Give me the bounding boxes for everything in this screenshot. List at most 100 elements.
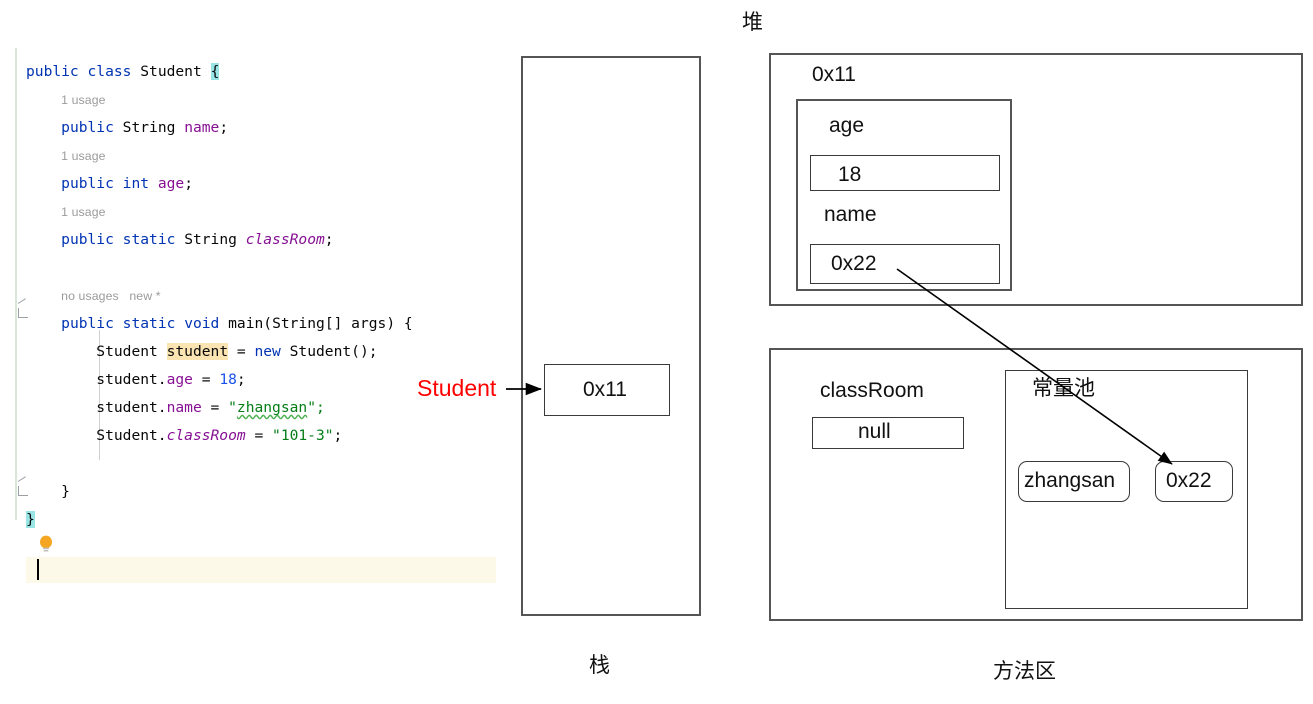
- code-token: ": [228, 399, 237, 416]
- stack-region-label: 栈: [589, 653, 610, 677]
- code-text[interactable]: public class Student { 1 usage public St…: [26, 58, 413, 534]
- code-token: classRoom: [245, 231, 325, 248]
- code-token: void: [184, 315, 220, 332]
- heap-field-name-name: name: [824, 203, 877, 226]
- code-token: Student.: [96, 427, 167, 444]
- code-token: args: [351, 315, 387, 332]
- code-token: ) {: [386, 315, 413, 332]
- code-token: []: [324, 315, 352, 332]
- stack-region-box: [521, 56, 701, 616]
- text-caret: [37, 559, 39, 580]
- code-line: 1 usage: [26, 198, 413, 226]
- code-token: String: [122, 119, 176, 136]
- code-token: ();: [351, 343, 378, 360]
- constant-pool-entry-0: zhangsan: [1024, 469, 1116, 492]
- code-line: public static String classRoom;: [26, 226, 413, 254]
- code-token: (: [263, 315, 273, 332]
- code-token: {: [210, 63, 220, 80]
- code-line: student.age = 18;: [26, 366, 413, 394]
- code-editor-panel[interactable]: public class Student { 1 usage public St…: [0, 48, 500, 583]
- code-token: =: [245, 427, 273, 444]
- heap-field-value-name: 0x22: [831, 252, 877, 275]
- constant-pool-label: 常量池: [1032, 376, 1095, 400]
- code-token: public: [61, 231, 114, 248]
- code-token: ;: [324, 231, 334, 248]
- inlay-hint[interactable]: no usages new *: [61, 289, 160, 303]
- code-token: ;: [219, 119, 229, 136]
- code-token: ;: [236, 371, 246, 388]
- stack-slot-value: 0x11: [583, 378, 627, 401]
- method-area-static-field-value: null: [858, 420, 891, 443]
- code-line: 1 usage: [26, 86, 413, 114]
- code-token: =: [201, 399, 229, 416]
- inlay-hint[interactable]: 1 usage: [61, 205, 105, 219]
- code-line: 1 usage: [26, 142, 413, 170]
- code-token: "101-3": [272, 427, 334, 444]
- code-token: static: [122, 315, 176, 332]
- stack-reference-label: Student: [417, 375, 497, 401]
- code-line: Student.classRoom = "101-3";: [26, 422, 413, 450]
- code-token: }: [61, 483, 70, 500]
- code-token: public: [61, 315, 114, 332]
- heap-object-address: 0x11: [812, 63, 856, 86]
- code-line: public static void main(String[] args) {: [26, 310, 413, 338]
- code-token: public: [26, 63, 79, 80]
- heap-field-name-age: age: [829, 114, 865, 137]
- heap-region-label: 堆: [742, 10, 763, 34]
- code-token: ;: [333, 427, 343, 444]
- code-token: student.: [96, 371, 167, 388]
- code-token: =: [192, 371, 220, 388]
- intention-lightbulb-icon[interactable]: [38, 535, 54, 553]
- code-token: student.: [96, 399, 167, 416]
- code-token: }: [26, 511, 35, 528]
- code-token: 18: [219, 371, 237, 388]
- code-token: Student: [289, 343, 352, 360]
- code-token: name: [184, 119, 220, 136]
- code-line: }: [26, 506, 413, 534]
- code-token: age: [157, 175, 185, 192]
- code-line: Student student = new Student();: [26, 338, 413, 366]
- code-token: name: [166, 399, 202, 416]
- code-token: classRoom: [166, 427, 246, 444]
- code-line: public class Student {: [26, 58, 413, 86]
- inlay-hint[interactable]: 1 usage: [61, 93, 105, 107]
- code-token: Student: [96, 343, 158, 360]
- method-area-region-label: 方法区: [993, 659, 1056, 683]
- code-line: public String name;: [26, 114, 413, 142]
- inlay-hint[interactable]: 1 usage: [61, 149, 105, 163]
- editor-gutter-stripe: [15, 48, 17, 520]
- code-token: class: [87, 63, 132, 80]
- code-token: zhangsan: [236, 399, 308, 416]
- code-token: public: [61, 119, 114, 136]
- code-line: public int age;: [26, 170, 413, 198]
- code-token: int: [122, 175, 150, 192]
- code-line: }: [26, 478, 413, 506]
- code-line: student.name = "zhangsan";: [26, 394, 413, 422]
- code-token: new: [254, 343, 281, 360]
- code-token: main: [228, 315, 264, 332]
- code-token: age: [166, 371, 193, 388]
- heap-field-value-age: 18: [838, 163, 862, 186]
- current-line-highlight: [26, 557, 496, 583]
- code-token: student: [166, 343, 229, 360]
- code-token: ;: [184, 175, 193, 192]
- code-token: static: [122, 231, 176, 248]
- constant-pool-entry-1: 0x22: [1166, 469, 1212, 492]
- code-token: String: [184, 231, 237, 248]
